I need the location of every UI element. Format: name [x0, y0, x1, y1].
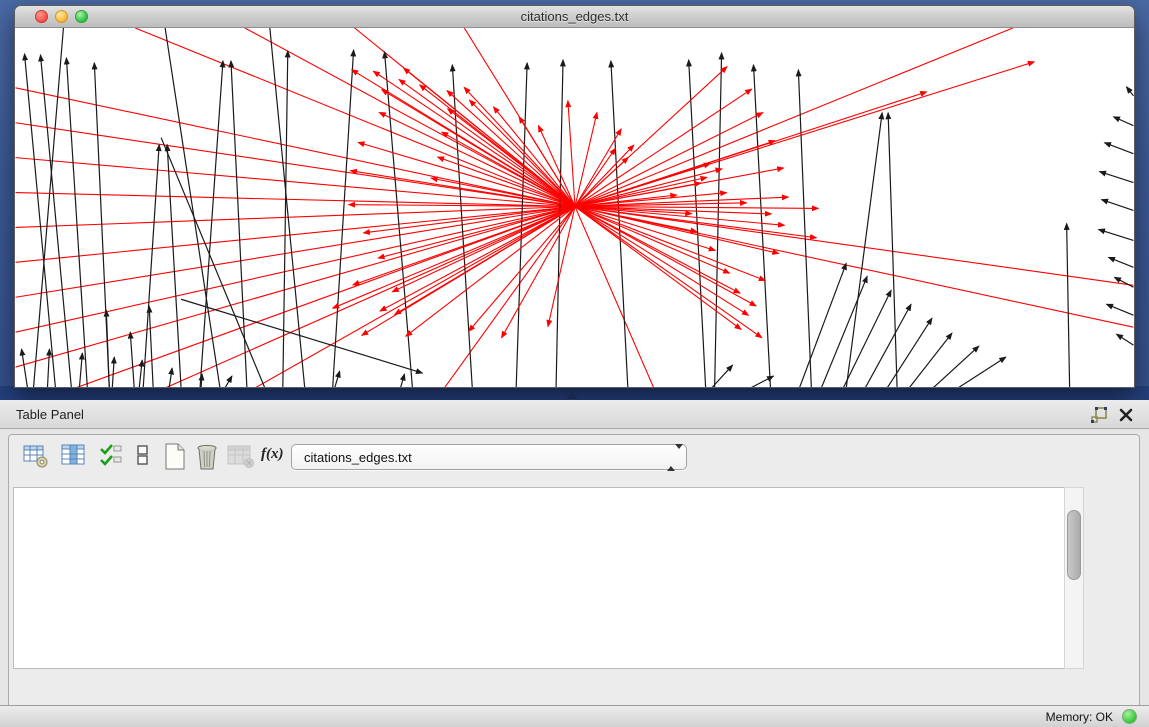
node-table-viewport: [13, 487, 1067, 669]
memory-status-label: Memory: OK: [1046, 710, 1113, 724]
graph-edge[interactable]: [333, 50, 354, 388]
graph-edge[interactable]: [799, 263, 846, 388]
network-canvas[interactable]: [15, 28, 1134, 388]
panel-resize-grip-icon[interactable]: [566, 392, 578, 399]
graph-edge[interactable]: [66, 58, 87, 388]
network-view-window: citations_edges.txt: [14, 5, 1135, 388]
trash-icon[interactable]: [195, 443, 221, 471]
window-title: citations_edges.txt: [15, 9, 1134, 24]
graph-edge[interactable]: [135, 28, 575, 207]
float-panel-icon[interactable]: [1091, 406, 1109, 424]
scrollbar-thumb[interactable]: [1067, 510, 1081, 580]
graph-edge[interactable]: [1114, 117, 1134, 126]
graph-edge[interactable]: [909, 333, 952, 388]
graph-edge[interactable]: [887, 318, 932, 388]
graph-edge[interactable]: [575, 28, 1013, 207]
graph-edge[interactable]: [448, 109, 575, 207]
graph-edge[interactable]: [1115, 277, 1134, 287]
graph-edge[interactable]: [568, 101, 575, 207]
graph-edge[interactable]: [575, 112, 597, 206]
graph-edge[interactable]: [1067, 223, 1070, 388]
graph-edge[interactable]: [933, 346, 979, 388]
graph-edge[interactable]: [79, 353, 82, 388]
graph-edge[interactable]: [575, 92, 927, 207]
select-rows-icon[interactable]: [99, 443, 123, 469]
graph-edge[interactable]: [385, 52, 413, 388]
table-settings-icon[interactable]: [23, 443, 49, 469]
graph-edge[interactable]: [16, 88, 575, 207]
dropdown-arrows-icon: [667, 449, 676, 467]
graph-edge[interactable]: [75, 207, 575, 388]
graph-edge[interactable]: [611, 61, 628, 388]
graph-edge[interactable]: [958, 357, 1006, 388]
graph-edge[interactable]: [715, 53, 722, 388]
graph-edge[interactable]: [865, 304, 911, 388]
graph-edge[interactable]: [382, 90, 575, 207]
graph-edge[interactable]: [846, 113, 882, 388]
table-vertical-scrollbar[interactable]: [1064, 487, 1084, 669]
graph-edge[interactable]: [843, 290, 891, 388]
edge-layer: [16, 28, 1134, 388]
graph-edge[interactable]: [149, 306, 153, 388]
new-table-icon[interactable]: [163, 443, 189, 471]
citation-network-graph[interactable]: [15, 28, 1134, 388]
graph-edge[interactable]: [1109, 257, 1134, 267]
table-select-value: citations_edges.txt: [304, 450, 412, 465]
table-panel-header: Table Panel: [0, 400, 1149, 429]
table-toolbar: f(x) citations_edges.txt: [15, 441, 1015, 477]
memory-ok-indicator-icon[interactable]: [1122, 709, 1137, 724]
graph-edge[interactable]: [34, 28, 64, 388]
graph-edge[interactable]: [1099, 229, 1134, 240]
graph-edge[interactable]: [1100, 172, 1134, 183]
graph-edge[interactable]: [392, 207, 575, 292]
graph-edge[interactable]: [1102, 200, 1134, 211]
graph-edge[interactable]: [1126, 87, 1133, 96]
graph-edge[interactable]: [47, 349, 49, 388]
graph-edge[interactable]: [575, 89, 752, 206]
table-panel: Table Panel: [0, 400, 1149, 705]
graph-edge[interactable]: [130, 332, 134, 388]
table-panel-body: f(x) citations_edges.txt Node Table Edge…: [8, 434, 1140, 727]
graph-edge[interactable]: [22, 349, 28, 388]
graph-edge[interactable]: [1105, 143, 1134, 154]
delete-table-icon-disabled: [227, 443, 255, 469]
row-height-icon[interactable]: [135, 443, 151, 469]
graph-edge[interactable]: [575, 207, 1133, 286]
graph-edge[interactable]: [25, 54, 56, 388]
table-select-dropdown[interactable]: citations_edges.txt: [291, 444, 687, 470]
graph-edge[interactable]: [400, 374, 404, 388]
graph-edge[interactable]: [575, 207, 756, 306]
graph-edge[interactable]: [575, 62, 1034, 207]
graph-edge[interactable]: [798, 70, 811, 388]
graph-edge[interactable]: [283, 51, 288, 388]
table-panel-title: Table Panel: [16, 407, 84, 422]
graph-edge[interactable]: [1116, 334, 1133, 345]
function-builder-icon[interactable]: f(x): [261, 446, 284, 463]
column-visibility-icon[interactable]: [61, 443, 87, 469]
close-panel-icon[interactable]: [1117, 406, 1135, 424]
graph-edge[interactable]: [821, 276, 867, 388]
graph-edge[interactable]: [575, 177, 707, 206]
graph-edge[interactable]: [165, 28, 220, 388]
graph-edge[interactable]: [1107, 304, 1134, 315]
graph-edge[interactable]: [40, 55, 71, 388]
graph-edge[interactable]: [575, 207, 749, 316]
graph-edge[interactable]: [335, 371, 340, 388]
graph-edge[interactable]: [464, 87, 575, 206]
graph-edge[interactable]: [112, 357, 114, 388]
graph-edge[interactable]: [689, 60, 706, 388]
status-bar: Memory: OK: [0, 705, 1149, 727]
graph-edge[interactable]: [225, 376, 232, 388]
window-titlebar[interactable]: citations_edges.txt: [15, 6, 1134, 28]
graph-edge[interactable]: [16, 207, 575, 333]
